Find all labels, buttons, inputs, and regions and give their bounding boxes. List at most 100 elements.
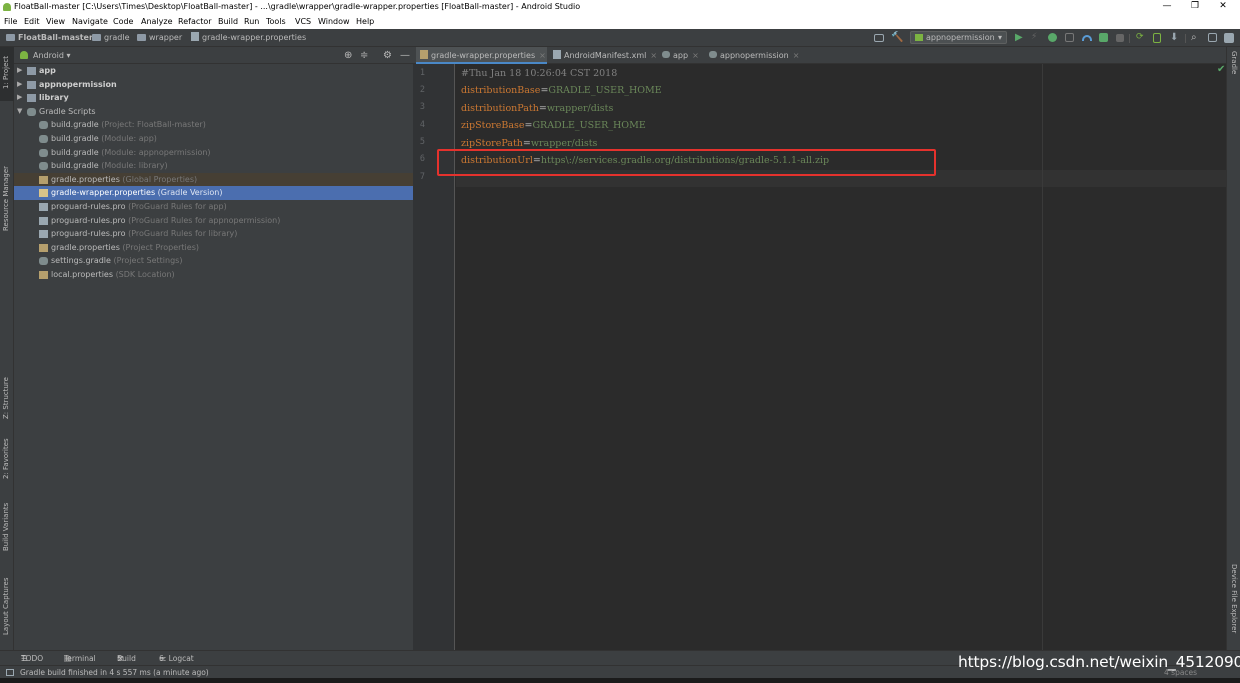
menu-window[interactable]: Window <box>318 14 350 29</box>
minimize-button[interactable]: — <box>1152 0 1182 14</box>
tree-item-file[interactable]: proguard-rules.pro (ProGuard Rules for a… <box>14 200 413 214</box>
menu-analyze[interactable]: Analyze <box>141 14 173 29</box>
toolbar-separator <box>1129 34 1130 43</box>
tree-item-app[interactable]: ▶ app <box>14 64 413 78</box>
tree-item-file[interactable]: build.gradle (Project: FloatBall-master) <box>14 118 413 132</box>
tab-device-file-explorer[interactable]: Device File Explorer <box>1227 562 1240 647</box>
attach-debugger-icon[interactable] <box>1065 33 1074 42</box>
coverage-icon[interactable] <box>1099 33 1108 42</box>
device-manager-icon[interactable] <box>1208 33 1217 42</box>
make-project-icon[interactable]: 🔨 <box>891 32 903 43</box>
tab-gradle-wrapper-properties[interactable]: gradle-wrapper.properties × <box>416 47 547 64</box>
breadcrumb-gradle[interactable]: gradle <box>92 29 130 47</box>
window-title: FloatBall-master [C:\Users\Times\Desktop… <box>14 2 581 11</box>
menu-refactor[interactable]: Refactor <box>178 14 212 29</box>
chevron-right-icon: ▶ <box>17 66 23 74</box>
module-folder-icon <box>27 67 36 75</box>
tree-item-file[interactable]: build.gradle (Module: appnopermission) <box>14 146 413 160</box>
menu-edit[interactable]: Edit <box>24 14 40 29</box>
tree-item-gradle-scripts[interactable]: ▼ Gradle Scripts <box>14 105 413 119</box>
close-window-button[interactable]: ✕ <box>1208 0 1238 14</box>
tree-item-file[interactable]: build.gradle (Module: app) <box>14 132 413 146</box>
android-studio-logo-icon <box>3 3 11 11</box>
breadcrumb-project[interactable]: FloatBall-master <box>6 29 93 47</box>
tab-project[interactable]: 1: Project <box>0 47 14 101</box>
gradle-icon <box>39 121 48 130</box>
close-tab-icon[interactable]: × <box>539 51 546 60</box>
menu-navigate[interactable]: Navigate <box>72 14 108 29</box>
tree-item-appnopermission[interactable]: ▶ appnopermission <box>14 78 413 92</box>
menu-code[interactable]: Code <box>113 14 133 29</box>
account-icon[interactable] <box>1224 33 1234 43</box>
tree-item-file[interactable]: build.gradle (Module: library) <box>14 159 413 173</box>
run-config-select[interactable]: appnopermission ▾ <box>910 31 1007 44</box>
tab-appnopermission[interactable]: appnopermission × <box>705 47 800 64</box>
project-panel: Android ▾ ⊕ ≑ ⚙ — ▶ app ▶ appnopermissio… <box>14 47 413 650</box>
line-number: 7 <box>419 172 425 182</box>
tab-favorites[interactable]: 2: Favorites <box>0 431 14 491</box>
code-line: zipStoreBase=GRADLE_USER_HOME <box>461 120 646 131</box>
gradle-icon <box>27 107 36 116</box>
collapse-all-icon[interactable]: ≑ <box>360 47 368 64</box>
proguard-file-icon <box>39 203 48 211</box>
gradle-icon <box>39 135 48 143</box>
left-tool-strip: 1: Project Resource Manager Z: Structure… <box>0 47 14 650</box>
gear-icon[interactable]: ⚙ <box>383 47 392 64</box>
tree-item-file[interactable]: proguard-rules.pro (ProGuard Rules for a… <box>14 214 413 228</box>
menu-vcs[interactable]: VCS <box>295 14 311 29</box>
tree-item-file-selected[interactable]: gradle-wrapper.properties (Gradle Versio… <box>14 186 413 200</box>
menu-view[interactable]: View <box>46 14 65 29</box>
properties-file-icon <box>191 32 199 41</box>
folder-icon <box>92 34 101 41</box>
tree-item-library[interactable]: ▶ library <box>14 91 413 105</box>
run-icon[interactable]: ▶ <box>1015 32 1026 43</box>
menu-help[interactable]: Help <box>356 14 374 29</box>
tab-build-variants[interactable]: Build Variants <box>0 497 14 557</box>
breadcrumb-wrapper[interactable]: wrapper <box>137 29 182 47</box>
view-mode-select[interactable]: Android ▾ <box>33 47 71 64</box>
chevron-down-icon: ▾ <box>66 51 71 60</box>
line-number: 2 <box>419 85 425 95</box>
tree-item-file[interactable]: local.properties (SDK Location) <box>14 268 413 282</box>
tree-item-file[interactable]: gradle.properties (Global Properties) <box>14 172 413 187</box>
menu-build[interactable]: Build <box>218 14 238 29</box>
tab-structure[interactable]: Z: Structure <box>0 367 14 427</box>
avd-manager-icon[interactable] <box>1153 33 1161 43</box>
code-line-comment: #Thu Jan 18 10:26:04 CST 2018 <box>461 68 618 79</box>
close-tab-icon[interactable]: × <box>793 51 800 60</box>
close-tab-icon[interactable]: × <box>650 51 657 60</box>
sync-gradle-icon[interactable]: ⟳ <box>1136 32 1147 43</box>
taskbar-edge <box>0 678 1240 683</box>
breadcrumb-file[interactable]: gradle-wrapper.properties <box>191 29 306 47</box>
properties-file-icon <box>420 50 428 59</box>
chevron-down-icon: ▾ <box>997 33 1002 42</box>
tab-layout-captures[interactable]: Layout Captures <box>0 569 14 639</box>
menu-tools[interactable]: Tools <box>266 14 286 29</box>
gradle-icon <box>39 148 48 157</box>
sdk-manager-icon[interactable]: ⬇ <box>1170 32 1181 43</box>
toggle-tool-windows-icon[interactable] <box>6 669 14 676</box>
search-icon[interactable]: ⌕ <box>1191 32 1202 43</box>
maximize-button[interactable]: ❐ <box>1180 0 1210 14</box>
tab-gradle[interactable]: Gradle <box>1227 49 1240 89</box>
menu-file[interactable]: File <box>4 14 17 29</box>
line-number: 4 <box>419 120 425 130</box>
menu-run[interactable]: Run <box>244 14 259 29</box>
hide-panel-icon[interactable]: — <box>400 47 410 64</box>
tree-item-file[interactable]: proguard-rules.pro (ProGuard Rules for l… <box>14 227 413 241</box>
tree-item-file[interactable]: gradle.properties (Project Properties) <box>14 241 413 255</box>
tab-app[interactable]: app × <box>658 47 703 64</box>
tab-resource-manager[interactable]: Resource Manager <box>0 109 14 231</box>
locate-icon[interactable]: ⊕ <box>344 47 352 64</box>
debug-icon[interactable] <box>1048 33 1057 42</box>
folder-icon <box>6 34 15 41</box>
tab-android-manifest[interactable]: AndroidManifest.xml × <box>549 47 657 64</box>
close-tab-icon[interactable]: × <box>692 51 699 60</box>
tree-item-file[interactable]: settings.gradle (Project Settings) <box>14 254 413 268</box>
properties-file-icon <box>39 271 48 279</box>
profile-icon[interactable] <box>1082 35 1092 41</box>
chevron-right-icon: ▶ <box>17 93 23 102</box>
apply-changes-icon[interactable]: ⚡ <box>1031 32 1042 43</box>
project-structure-icon[interactable] <box>874 34 884 42</box>
stop-icon[interactable] <box>1116 34 1124 42</box>
